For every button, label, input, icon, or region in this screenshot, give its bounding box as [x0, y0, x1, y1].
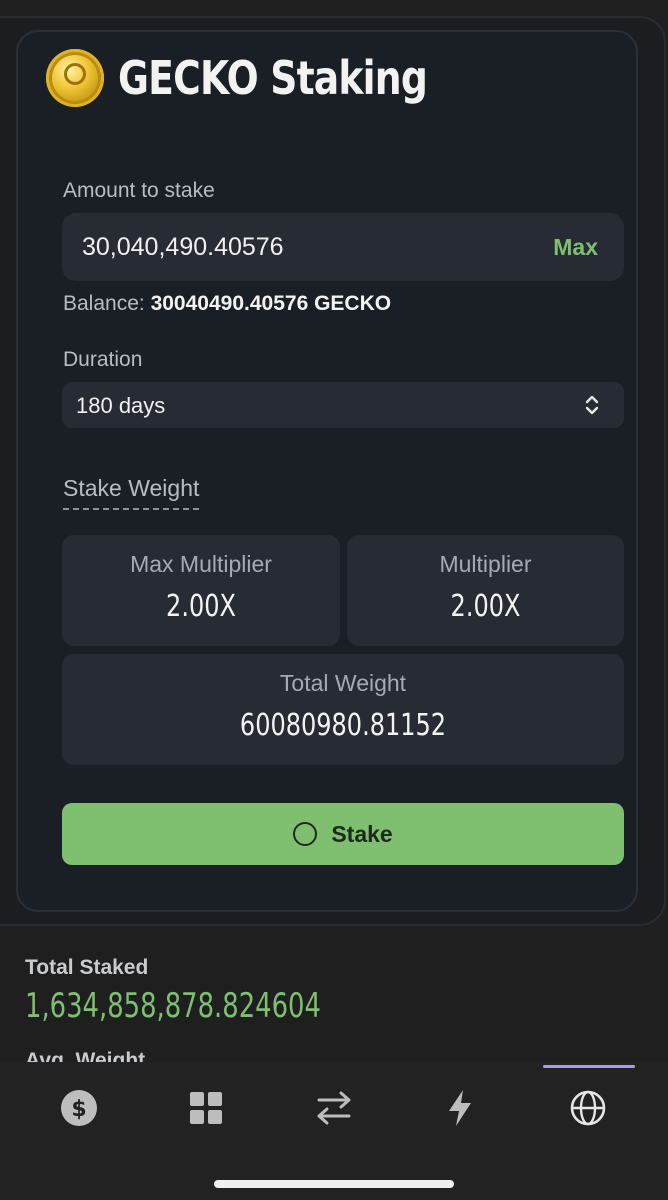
multiplier-label: Multiplier — [439, 551, 532, 577]
nav-item-globe[interactable] — [521, 1062, 655, 1154]
dollar-icon: $ — [61, 1090, 97, 1126]
amount-input[interactable]: 30,040,490.40576 Max — [62, 213, 624, 281]
nav-item-grid[interactable] — [139, 1062, 273, 1154]
nav-item-swap[interactable] — [267, 1062, 401, 1154]
duration-value: 180 days — [76, 393, 166, 418]
multiplier-tile: Multiplier 2.00X — [347, 535, 624, 646]
nav-item-lightning[interactable] — [393, 1062, 527, 1154]
amount-label: Amount to stake — [63, 179, 215, 202]
max-multiplier-label: Max Multiplier — [130, 551, 272, 577]
lightning-icon — [449, 1090, 471, 1126]
stake-button-label: Stake — [331, 820, 393, 847]
globe-icon — [570, 1090, 606, 1126]
balance-label: Balance: — [63, 292, 145, 315]
swap-icon — [317, 1091, 351, 1125]
total-weight-tile: Total Weight 60080980.81152 — [62, 654, 624, 765]
gecko-coin-icon — [46, 49, 104, 107]
home-indicator — [214, 1180, 454, 1188]
max-multiplier-value: 2.00X — [166, 589, 236, 624]
svg-text:$: $ — [71, 1097, 86, 1122]
duration-select[interactable]: 180 days — [62, 382, 624, 428]
balance-value: 30040490.40576 GECKO — [150, 292, 392, 315]
max-multiplier-tile: Max Multiplier 2.00X — [62, 535, 340, 646]
duration-label: Duration — [63, 348, 143, 371]
max-button[interactable]: Max — [553, 234, 598, 261]
page-title: GECKO Staking — [118, 51, 428, 105]
total-staked-label: Total Staked — [25, 956, 149, 979]
amount-value[interactable]: 30,040,490.40576 — [82, 233, 284, 262]
total-staked-value: 1,634,858,878.824604 — [25, 986, 321, 1026]
nav-active-indicator — [543, 1065, 635, 1068]
stake-weight-label[interactable]: Stake Weight — [63, 475, 200, 510]
chevron-up-down-icon — [585, 395, 599, 415]
total-weight-label: Total Weight — [279, 670, 407, 696]
multiplier-value: 2.00X — [450, 589, 521, 624]
loading-circle-icon — [293, 822, 318, 846]
balance-text: Balance: 30040490.40576 GECKO — [63, 292, 391, 316]
stake-button[interactable]: Stake — [62, 803, 624, 865]
staking-card — [16, 30, 638, 912]
grid-icon — [190, 1092, 222, 1124]
nav-item-dollar[interactable]: $ — [12, 1062, 146, 1154]
page-header: GECKO Staking — [46, 48, 495, 108]
total-weight-value: 60080980.81152 — [239, 708, 447, 743]
